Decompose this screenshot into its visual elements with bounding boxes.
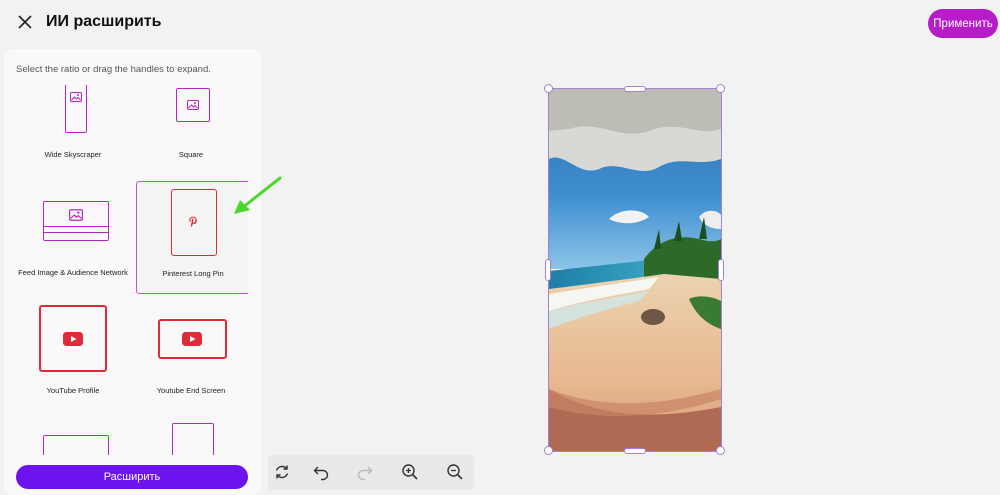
zoom-in-icon[interactable] <box>401 463 419 481</box>
zoom-out-icon[interactable] <box>446 463 464 481</box>
image-icon <box>69 209 83 221</box>
preset-card-youtube-profile[interactable]: YouTube Profile <box>16 299 130 411</box>
preset-label: Feed Image & Audience Network <box>18 268 128 277</box>
page-title: ИИ расширить <box>46 13 162 30</box>
canvas-toolbar <box>268 455 474 490</box>
resize-handle-right[interactable] <box>718 259 724 281</box>
undo-icon[interactable] <box>312 463 330 481</box>
expand-button[interactable]: Расширить <box>16 465 248 489</box>
apply-button[interactable]: Применить <box>928 9 998 38</box>
youtube-profile-shape <box>39 305 107 372</box>
preset-card-feed-image[interactable]: Feed Image & Audience Network <box>16 181 130 293</box>
preset-card-partial[interactable] <box>134 415 248 455</box>
ratio-panel: Select the ratio or drag the handles to … <box>4 49 261 495</box>
text-line <box>44 232 108 233</box>
resize-handle-top-right[interactable] <box>716 84 725 93</box>
text-line <box>44 226 108 227</box>
panel-hint: Select the ratio or drag the handles to … <box>16 64 211 75</box>
feed-image-shape <box>43 201 109 241</box>
resize-handle-left[interactable] <box>545 259 551 281</box>
resize-handle-bottom[interactable] <box>624 448 646 454</box>
preset-label: Youtube End Screen <box>156 386 226 395</box>
preset-card-partial[interactable] <box>16 415 130 455</box>
refresh-icon[interactable] <box>273 463 291 481</box>
preset-label: Pinterest Long Pin <box>162 269 224 278</box>
preset-label: YouTube Profile <box>46 386 100 395</box>
preset-label: Wide Skyscraper <box>44 150 102 159</box>
preset-shape <box>172 423 214 455</box>
youtube-end-screen-shape <box>158 319 227 359</box>
preset-grid[interactable]: Wide Skyscraper Square Feed Image & Audi… <box>16 85 248 455</box>
selection-frame <box>548 88 722 452</box>
preset-card-square[interactable]: Square <box>134 85 248 177</box>
preset-label: Square <box>178 150 204 159</box>
youtube-icon <box>182 332 202 346</box>
redo-icon[interactable] <box>356 463 374 481</box>
preset-card-youtube-end-screen[interactable]: Youtube End Screen <box>134 299 248 411</box>
resize-handle-top-left[interactable] <box>544 84 553 93</box>
resize-handle-top[interactable] <box>624 86 646 92</box>
top-bar: ИИ расширить Применить <box>0 0 1000 44</box>
square-shape <box>176 88 210 122</box>
annotation-arrow <box>234 176 282 214</box>
resize-handle-bottom-left[interactable] <box>544 446 553 455</box>
close-icon[interactable] <box>16 13 34 31</box>
preset-card-wide-skyscraper[interactable]: Wide Skyscraper <box>16 85 130 177</box>
resize-handle-bottom-right[interactable] <box>716 446 725 455</box>
pinterest-long-pin-shape <box>171 189 217 256</box>
image-icon <box>70 92 82 102</box>
preset-shape <box>43 435 109 455</box>
youtube-icon <box>63 332 83 346</box>
image-icon <box>187 100 199 110</box>
pinterest-icon <box>189 216 197 228</box>
wide-skyscraper-shape <box>65 85 87 133</box>
